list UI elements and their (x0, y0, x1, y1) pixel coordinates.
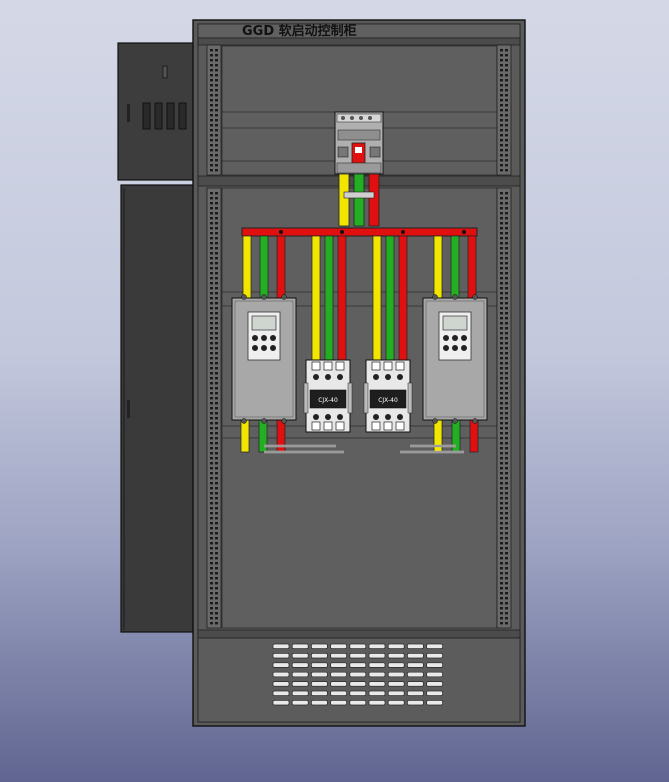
vent-slot (291, 671, 309, 678)
door-handle-lower (127, 400, 130, 418)
vent-slot (291, 662, 309, 668)
vent-slot (272, 700, 290, 706)
vent-slot (407, 662, 424, 668)
lock-icon (162, 65, 168, 79)
vent-slot (368, 643, 386, 649)
vent-slot (368, 671, 386, 678)
incoming-feeders (338, 173, 380, 227)
phase-bar (372, 235, 382, 366)
vent-slot (407, 671, 424, 678)
door-handle (127, 104, 130, 122)
vent-grill (272, 643, 443, 706)
contactor-label: CJX-40 (318, 397, 338, 404)
vent-slot (407, 700, 424, 706)
soft-starter (231, 294, 297, 424)
vent-slot (407, 643, 424, 649)
vent-slot (349, 681, 367, 687)
vent-slot (272, 643, 290, 649)
rail (206, 44, 222, 176)
vent-slot (330, 690, 347, 696)
vent-slot (291, 681, 309, 687)
vent-slot (387, 653, 405, 659)
vent-slot (387, 671, 405, 678)
vent-slot (407, 681, 424, 687)
vent-slot (349, 671, 367, 678)
rail (206, 187, 222, 629)
contactor-label: CJX-40 (378, 397, 398, 404)
vent-slot (272, 662, 290, 668)
vent-slot (349, 700, 367, 706)
vent-slot (330, 700, 347, 706)
circuit-breaker (334, 111, 384, 175)
vent-slot (426, 681, 443, 687)
vent-slot (330, 653, 347, 659)
phase-bar (337, 235, 347, 366)
rail (496, 44, 512, 176)
phase-bar (398, 235, 408, 366)
phase-bar (324, 235, 334, 366)
vent-slot (368, 681, 386, 687)
cabinet-drawing: GGD 软启动控制柜 CJX-40 CJX-40 (117, 19, 526, 727)
vent-slot (272, 690, 290, 696)
vent-slot (272, 671, 290, 678)
vent-slot (368, 653, 386, 659)
vent-slot (368, 700, 386, 706)
vent-slot (426, 662, 443, 668)
vent-slot (291, 643, 309, 649)
vent-slot (387, 681, 405, 687)
vent-slot (311, 681, 328, 687)
vent-slot (291, 700, 309, 706)
phase-bar (450, 235, 460, 301)
vent-slot (330, 662, 347, 668)
vent-slot (311, 643, 328, 649)
vent-slot (426, 700, 443, 706)
vent-slot (387, 643, 405, 649)
vent-slot (349, 662, 367, 668)
phase-bar (242, 235, 252, 301)
vent-slot (407, 653, 424, 659)
cabinet-title: GGD 软启动控制柜 (242, 23, 357, 39)
vent-slot (387, 700, 405, 706)
vent-slot (330, 643, 347, 649)
vent-slot (426, 653, 443, 659)
phase-bar (385, 235, 395, 366)
vent-slot (311, 653, 328, 659)
vent-slot (330, 681, 347, 687)
phase-bar (433, 235, 443, 301)
phase-bar (259, 235, 269, 301)
display-screen (442, 315, 468, 331)
vent-slot (426, 643, 443, 649)
vent-slot (426, 690, 443, 696)
vent-slot (311, 690, 328, 696)
vent-slot (311, 700, 328, 706)
vent-slot (387, 690, 405, 696)
vent-slot (368, 690, 386, 696)
cabinet-door (117, 42, 195, 633)
vent-slot (330, 671, 347, 678)
vent-slot (291, 653, 309, 659)
vent-slot (349, 653, 367, 659)
soft-starter (422, 294, 488, 424)
display-screen (251, 315, 277, 331)
vent-slot (387, 662, 405, 668)
vent-slot (407, 690, 424, 696)
vent-slot (272, 681, 290, 687)
contactor: CJX-40 (363, 359, 413, 433)
vent-slot (311, 671, 328, 678)
vent-slot (311, 662, 328, 668)
phase-bar (311, 235, 321, 366)
vent-slot (426, 671, 443, 678)
vent-slot (368, 662, 386, 668)
phase-bar (467, 235, 477, 301)
busbar (241, 227, 478, 237)
phase-bar (276, 235, 286, 301)
vent-slot (349, 690, 367, 696)
vent-slot (272, 653, 290, 659)
vent-slot (291, 690, 309, 696)
rail (496, 187, 512, 629)
vent-slot (349, 643, 367, 649)
contactor: CJX-40 (303, 359, 353, 433)
